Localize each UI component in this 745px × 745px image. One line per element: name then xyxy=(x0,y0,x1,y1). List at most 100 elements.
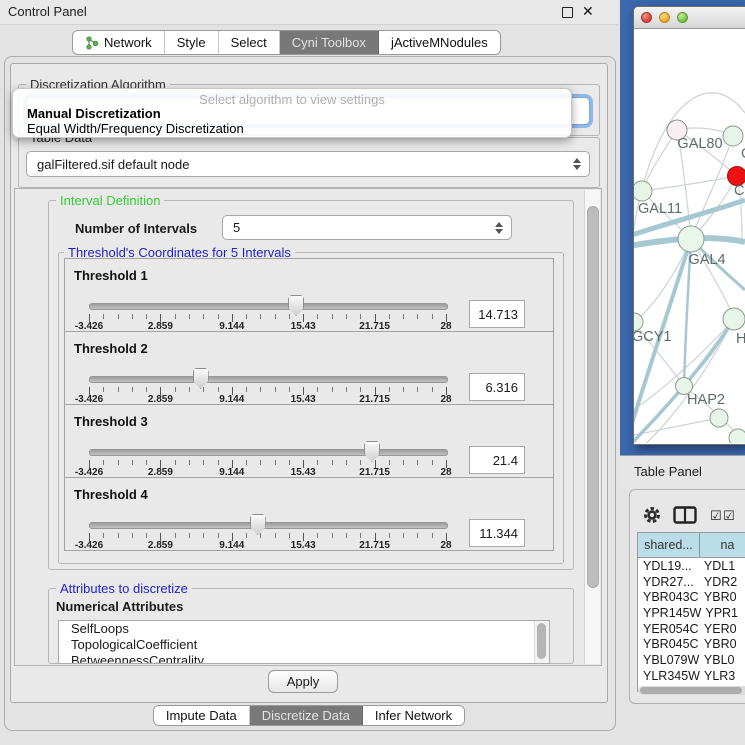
tab-label: Select xyxy=(231,35,267,50)
tab-jactivemnodules[interactable]: jActiveMNodules xyxy=(379,31,500,54)
network-node[interactable] xyxy=(710,409,728,427)
node-attribute-table: shared... na YDL19...YDL1YDR27...YDR2YBR… xyxy=(637,532,745,692)
network-node-label: GAL4 xyxy=(688,252,725,268)
table-row[interactable]: YBL079WYBL0 xyxy=(638,652,745,668)
zoom-traffic-light-icon[interactable] xyxy=(677,12,688,23)
list-scrollbar[interactable] xyxy=(534,621,549,663)
attribute-list-item[interactable]: SelfLoops xyxy=(59,621,549,637)
tab-impute-data[interactable]: Impute Data xyxy=(154,706,250,725)
scrollbar-thumb[interactable] xyxy=(640,687,742,694)
column-header-shared-name[interactable]: shared... xyxy=(638,533,700,557)
table-rows: YDL19...YDL1YDR27...YDR2YBR043CYBR0YPR14… xyxy=(638,558,745,692)
column-header-name[interactable]: na xyxy=(700,533,745,557)
table-data-combobox-value: galFiltered.sif default node xyxy=(27,157,570,172)
horizontal-scrollbar[interactable] xyxy=(638,686,745,695)
scrollbar-thumb[interactable] xyxy=(587,206,599,588)
tab-label: Network xyxy=(104,35,152,50)
tab-label: Style xyxy=(177,35,206,50)
slider-track[interactable] xyxy=(89,376,448,383)
slider-track[interactable] xyxy=(89,449,448,456)
slider-track[interactable] xyxy=(89,303,448,310)
split-table-icon[interactable] xyxy=(673,506,697,524)
attributes-group-label: Attributes to discretize xyxy=(56,581,192,596)
cyni-bottom-tabs: Impute Data Discretize Data Infer Networ… xyxy=(0,705,618,726)
apply-button[interactable]: Apply xyxy=(268,670,338,693)
checkbox-icon[interactable]: ☑ xyxy=(723,509,735,522)
number-of-intervals-combobox[interactable]: 5 xyxy=(222,215,512,240)
network-node-label: C xyxy=(734,183,744,199)
threshold-value-field[interactable]: 11.344 xyxy=(469,519,525,547)
table-row[interactable]: YLR345WYLR3 xyxy=(638,668,745,684)
network-view-window[interactable]: GAL80 GA C GAL11 GAL4 GCY1 H HAP2 xyxy=(633,6,745,445)
attribute-list-item[interactable]: TopologicalCoefficient xyxy=(59,637,549,653)
tab-select[interactable]: Select xyxy=(219,31,280,54)
network-node[interactable] xyxy=(634,181,652,201)
thresholds-stack: Threshold 1 -3.4262.8599.14415.4321.7152… xyxy=(64,259,554,551)
numerical-attributes-list: SelfLoopsTopologicalCoefficientBetweenne… xyxy=(58,620,550,664)
popup-option-manual[interactable]: Manual Discretization xyxy=(27,106,161,121)
tab-discretize-data[interactable]: Discretize Data xyxy=(250,706,363,725)
threshold-panel: Threshold 3 -3.4262.8599.14415.4321.7152… xyxy=(64,404,554,478)
number-of-intervals-label: Number of Intervals xyxy=(75,221,197,236)
slider-track[interactable] xyxy=(89,522,448,529)
table-row[interactable]: YPR145WYPR1 xyxy=(638,605,745,621)
numerical-attributes-label: Numerical Attributes xyxy=(56,599,183,614)
close-icon[interactable]: ✕ xyxy=(582,3,594,20)
threshold-panel: Threshold 4 -3.4262.8599.14415.4321.7152… xyxy=(64,477,554,551)
network-window-titlebar[interactable] xyxy=(634,7,745,29)
network-node-label: HAP2 xyxy=(687,392,725,408)
tab-label: Impute Data xyxy=(166,708,237,723)
network-node-label: H xyxy=(736,331,745,347)
vertical-scrollbar[interactable] xyxy=(584,190,600,664)
control-panel-tabs: Network Style Select Cyni Toolbox jActiv… xyxy=(72,30,501,55)
threshold-value-field[interactable]: 14.713 xyxy=(469,300,525,328)
network-node-label: GAL11 xyxy=(638,201,682,217)
attribute-list-item[interactable]: BetweennessCentrality xyxy=(59,653,549,664)
float-window-icon[interactable] xyxy=(562,7,573,18)
network-node[interactable] xyxy=(723,126,743,146)
popup-placeholder-option[interactable]: Select algorithm to view settings xyxy=(13,92,571,107)
tab-label: Discretize Data xyxy=(262,708,350,723)
gear-icon[interactable] xyxy=(642,505,662,525)
attr-items: SelfLoopsTopologicalCoefficientBetweenne… xyxy=(59,621,549,664)
tab-label: Infer Network xyxy=(375,708,452,723)
popup-option-equal-width[interactable]: Equal Width/Frequency Discretization xyxy=(27,121,244,136)
tab-network[interactable]: Network xyxy=(73,31,165,54)
tab-cyni-toolbox[interactable]: Cyni Toolbox xyxy=(280,31,379,54)
stepper-arrows-icon xyxy=(492,222,506,234)
stepper-arrows-icon xyxy=(570,158,584,170)
control-panel-titlebar: Control Panel ✕ xyxy=(0,0,618,25)
threshold-value-field[interactable]: 6.316 xyxy=(469,373,525,401)
table-panel-titlebar: Table Panel xyxy=(620,455,745,489)
algorithm-popup: Select algorithm to view settings Manual… xyxy=(12,88,572,138)
network-node-label: GCY1 xyxy=(634,329,672,345)
tab-infer-network[interactable]: Infer Network xyxy=(363,706,464,725)
threshold-panel: Threshold 2 -3.4262.8599.14415.4321.7152… xyxy=(64,331,554,405)
network-icon xyxy=(85,36,99,50)
table-row[interactable]: YDL19...YDL1 xyxy=(638,558,745,574)
table-row[interactable]: YER054CYER0 xyxy=(638,621,745,637)
network-node-label: GAL80 xyxy=(677,136,722,152)
tab-style[interactable]: Style xyxy=(165,31,219,54)
table-data-combobox[interactable]: galFiltered.sif default node xyxy=(26,151,590,177)
table-header-row: shared... na xyxy=(638,533,745,558)
tab-label: jActiveMNodules xyxy=(391,35,488,50)
table-panel-title: Table Panel xyxy=(634,464,702,479)
number-of-intervals-value: 5 xyxy=(223,220,492,235)
scrollbar-thumb[interactable] xyxy=(537,623,546,659)
network-node[interactable] xyxy=(723,308,745,330)
network-node[interactable] xyxy=(678,226,704,252)
minimize-traffic-light-icon[interactable] xyxy=(659,12,670,23)
close-traffic-light-icon[interactable] xyxy=(641,12,652,23)
network-node[interactable] xyxy=(729,429,745,443)
table-row[interactable]: YBR043CYBR0 xyxy=(638,589,745,605)
interval-definition-label: Interval Definition xyxy=(56,193,164,208)
table-row[interactable]: YDR27...YDR2 xyxy=(638,574,745,590)
panel-title: Control Panel xyxy=(8,4,87,19)
table-row[interactable]: YBR045CYBR0 xyxy=(638,636,745,652)
network-canvas[interactable]: GAL80 GA C GAL11 GAL4 GCY1 H HAP2 xyxy=(634,28,745,443)
threshold-panel: Threshold 1 -3.4262.8599.14415.4321.7152… xyxy=(64,258,554,332)
checkbox-icon[interactable]: ☑ xyxy=(710,509,722,522)
network-node-label: GA xyxy=(741,146,745,162)
threshold-value-field[interactable]: 21.4 xyxy=(469,446,525,474)
